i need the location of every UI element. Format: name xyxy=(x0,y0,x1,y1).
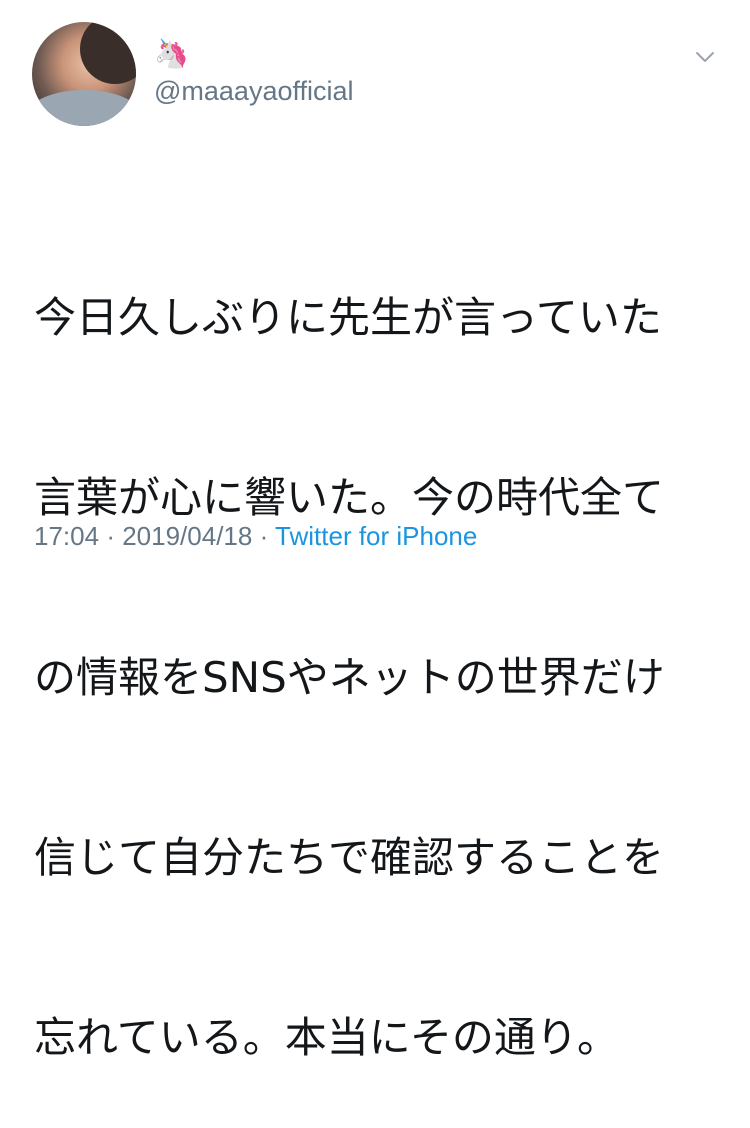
tweet-text-line: 信じて自分たちで確認することを xyxy=(34,833,665,882)
tweet-text-line: 今日久しぶりに先生が言っていた xyxy=(34,293,662,342)
chevron-down-icon[interactable] xyxy=(694,46,716,68)
meta-separator: · xyxy=(259,521,269,551)
tweet-time[interactable]: 17:04 xyxy=(34,521,99,551)
meta-separator: · xyxy=(106,521,115,551)
tweet-date[interactable]: 2019/04/18 xyxy=(122,521,252,551)
display-name-emoji[interactable]: 🦄 xyxy=(154,38,189,70)
tweet-text-line: 忘れている。本当にその通り。 xyxy=(34,1013,620,1062)
tweet-source-link[interactable]: Twitter for iPhone xyxy=(275,521,477,551)
tweet-meta: 17:04 · 2019/04/18 · Twitter for iPhone xyxy=(34,520,477,552)
avatar-hair xyxy=(80,22,136,84)
tweet-text-line: 言葉が心に響いた。今の時代全て xyxy=(34,473,665,522)
user-handle[interactable]: @maaayaofficial xyxy=(154,76,354,107)
tweet-text-line: の情報をSNSやネットの世界だけ xyxy=(34,653,665,702)
avatar-shirt xyxy=(32,90,136,126)
avatar[interactable] xyxy=(32,22,136,126)
tweet-text: 今日久しぶりに先生が言っていた 言葉が心に響いた。今の時代全て の情報をSNSや… xyxy=(34,168,724,1128)
